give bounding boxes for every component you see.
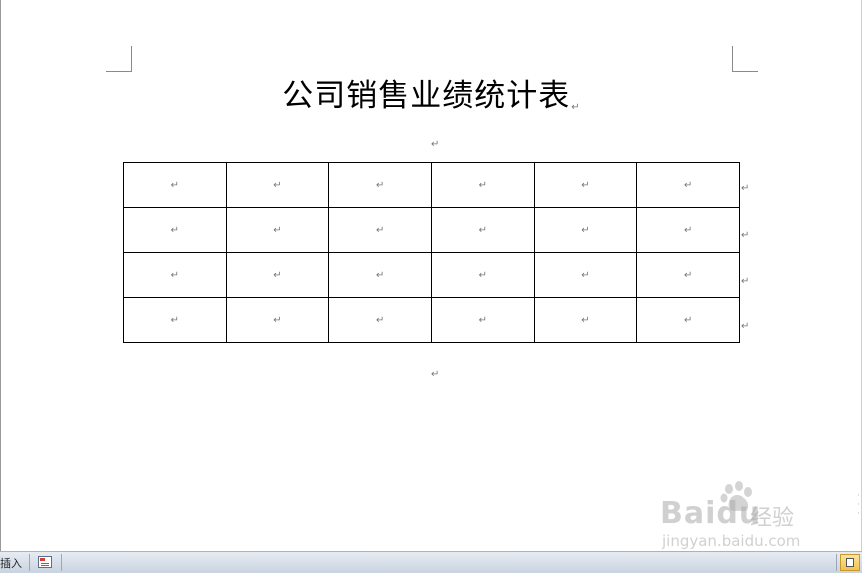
table-cell[interactable]: ↵ (123, 252, 227, 298)
watermark-product: 经验 (750, 506, 795, 531)
row-end-mark-icon: ↵ (741, 183, 750, 194)
table-cell[interactable]: ↵ (533, 297, 638, 343)
title-paragraph[interactable]: 公司销售业绩统计表↵ (0, 74, 862, 118)
table-cell[interactable]: ↵ (328, 162, 432, 208)
table-cell[interactable]: ↵ (430, 162, 535, 208)
empty-paragraph-mark-icon[interactable]: ↵ (431, 139, 439, 150)
insert-mode-indicator[interactable]: 插入 (0, 555, 22, 571)
table-cell[interactable]: ↵ (636, 162, 740, 208)
table-row: ↵ ↵ ↵ ↵ ↵ ↵ (123, 252, 740, 298)
table-row: ↵ ↵ ↵ ↵ ↵ ↵ (123, 162, 740, 208)
document-title[interactable]: 公司销售业绩统计表 (282, 78, 570, 114)
baidu-jingyan-watermark: Baidu 经验 jingyan.baidu.com (660, 478, 820, 552)
row-end-mark-icon: ↵ (741, 230, 750, 241)
table-cell[interactable]: ↵ (123, 207, 227, 253)
table-cell[interactable]: ↵ (636, 252, 740, 298)
table-cell[interactable]: ↵ (328, 297, 432, 343)
table-cell[interactable]: ↵ (225, 162, 330, 208)
table-cell[interactable]: ↵ (430, 252, 535, 298)
status-separator (29, 554, 30, 571)
watermark-url: jingyan.baidu.com (662, 532, 801, 550)
crop-mark-top-left (131, 46, 132, 72)
macro-record-icon[interactable] (38, 556, 52, 568)
status-separator (836, 554, 837, 571)
table-row: ↵ ↵ ↵ ↵ ↵ ↵ (123, 207, 740, 253)
table-cell[interactable]: ↵ (533, 252, 638, 298)
row-end-mark-icon: ↵ (741, 321, 750, 332)
table-row: ↵ ↵ ↵ ↵ ↵ ↵ (123, 297, 740, 343)
watermark-brand: Baidu (660, 496, 762, 531)
sales-table[interactable]: ↵ ↵ ↵ ↵ ↵ ↵ ↵ ↵ ↵ ↵ ↵ ↵ ↵ ↵ ↵ ↵ ↵ ↵ ↵ ↵ … (123, 162, 740, 343)
table-cell[interactable]: ↵ (430, 297, 535, 343)
table-cell[interactable]: ↵ (225, 207, 330, 253)
table-cell[interactable]: ↵ (225, 252, 330, 298)
baidu-paw-icon (720, 481, 752, 512)
table-cell[interactable]: ↵ (533, 162, 638, 208)
table-cell[interactable]: ↵ (328, 207, 432, 253)
status-separator (61, 554, 62, 571)
empty-paragraph-mark-icon[interactable]: ↵ (431, 369, 439, 380)
table-cell[interactable]: ↵ (636, 207, 740, 253)
table-cell[interactable]: ↵ (123, 162, 227, 208)
table-cell[interactable]: ↵ (123, 297, 227, 343)
crop-mark-top-left (106, 71, 132, 72)
scroll-dots: · · · (857, 491, 860, 519)
paragraph-mark-icon: ↵ (571, 102, 580, 113)
crop-mark-top-right (732, 46, 733, 72)
table-cell[interactable]: ↵ (636, 297, 740, 343)
table-cell[interactable]: ↵ (430, 207, 535, 253)
status-bar: 插入 (0, 551, 862, 573)
table-cell[interactable]: ↵ (225, 297, 330, 343)
table-cell[interactable]: ↵ (533, 207, 638, 253)
row-end-mark-icon: ↵ (741, 276, 750, 287)
crop-mark-top-right (732, 71, 758, 72)
page-view-icon[interactable] (840, 554, 860, 571)
table-cell[interactable]: ↵ (328, 252, 432, 298)
